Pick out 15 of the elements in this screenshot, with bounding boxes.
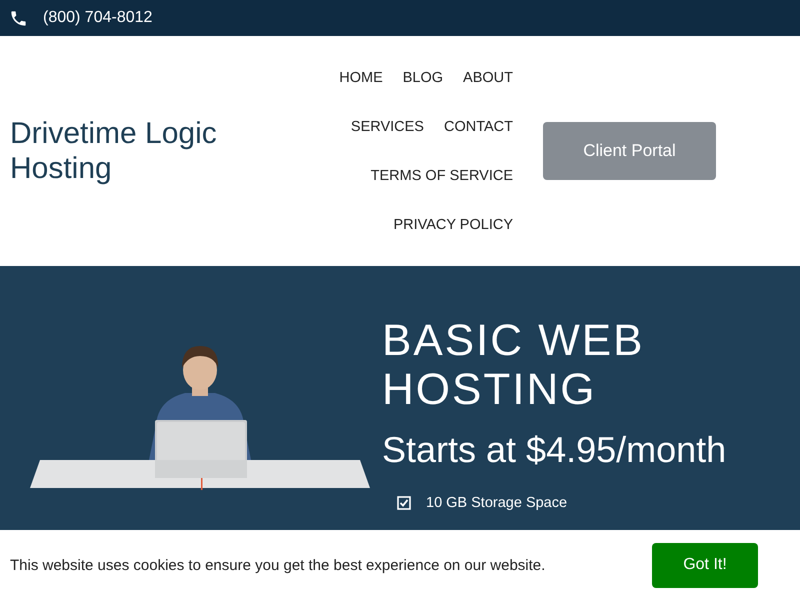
site-logo[interactable]: Drivetime Logic Hosting xyxy=(10,116,310,186)
hero-title: BASIC WEB HOSTING xyxy=(382,316,646,414)
nav-link[interactable]: TERMS OF SERVICE xyxy=(370,166,513,184)
nav-link[interactable]: HOME xyxy=(339,68,383,86)
nav-link[interactable]: SERVICES xyxy=(350,118,424,136)
accept-cookies-button[interactable]: Got It! xyxy=(652,542,758,588)
feature-text: 10 GB Storage Space xyxy=(426,494,568,510)
phone-icon xyxy=(9,8,28,28)
nav-link[interactable]: PRIVACY POLICY xyxy=(393,216,513,234)
nav-link[interactable]: CONTACT xyxy=(444,118,513,136)
price-subtitle: Starts at $4.95/month xyxy=(382,430,728,470)
cookie-message: This website uses cookies to ensure you get the best experience on our website. xyxy=(10,556,546,574)
nav-link[interactable]: BLOG xyxy=(402,68,444,86)
nav-link[interactable]: ABOUT xyxy=(463,68,513,86)
phone-number: (800) 704-8012 xyxy=(43,9,152,27)
